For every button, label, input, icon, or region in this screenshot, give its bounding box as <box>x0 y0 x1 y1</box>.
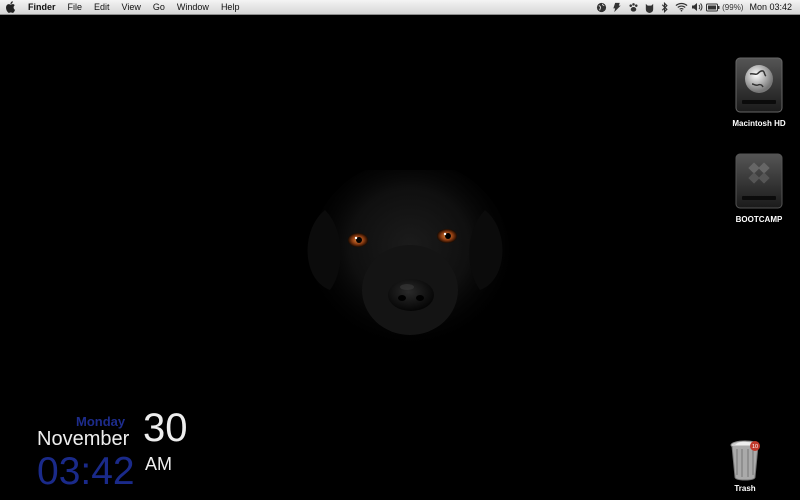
menu-bar: Finder File Edit View Go Window Help (99… <box>0 0 800 15</box>
trash-icon: 10 <box>730 440 760 481</box>
widget-time: 03:42 <box>37 450 135 493</box>
trash-badge-count: 10 <box>752 444 758 450</box>
apple-menu-icon[interactable] <box>0 1 22 13</box>
desktop-icon-label: Trash <box>734 484 756 493</box>
wifi-icon[interactable] <box>673 0 689 14</box>
bluetooth-icon[interactable] <box>657 0 673 14</box>
menu-finder[interactable]: Finder <box>22 0 62 14</box>
widget-month: November <box>37 428 130 450</box>
globe-icon[interactable] <box>593 0 609 14</box>
bootcamp-drive-icon <box>735 153 783 209</box>
growl-icon[interactable] <box>641 0 657 14</box>
hard-drive-icon <box>735 57 783 113</box>
desktop-icon-macintosh-hd[interactable]: Macintosh HD <box>714 54 800 128</box>
paw-icon[interactable] <box>625 0 641 14</box>
status-area: (99%) Mon 03:42 <box>593 0 800 14</box>
script-icon[interactable] <box>609 0 625 14</box>
volume-icon[interactable] <box>689 0 705 14</box>
menu-window[interactable]: Window <box>171 0 215 14</box>
black-dog-image <box>307 170 510 350</box>
menu-edit[interactable]: Edit <box>88 0 116 14</box>
dock-icon-trash[interactable]: 10 Trash <box>700 437 790 493</box>
desktop-icon-label: Macintosh HD <box>732 119 786 128</box>
desktop-icon-label: BOOTCAMP <box>735 215 783 224</box>
menu-go[interactable]: Go <box>147 0 171 14</box>
battery-percent: (99%) <box>722 2 744 12</box>
widget-day: Monday <box>76 414 126 429</box>
menu-view[interactable]: View <box>116 0 147 14</box>
menu-file[interactable]: File <box>62 0 89 14</box>
widget-ampm: AM <box>145 454 172 474</box>
battery-icon[interactable] <box>705 0 721 14</box>
menubar-clock[interactable]: Mon 03:42 <box>749 2 792 12</box>
widget-date: 30 <box>143 406 188 450</box>
menu-help[interactable]: Help <box>215 0 246 14</box>
desktop-icon-bootcamp[interactable]: BOOTCAMP <box>714 150 800 224</box>
